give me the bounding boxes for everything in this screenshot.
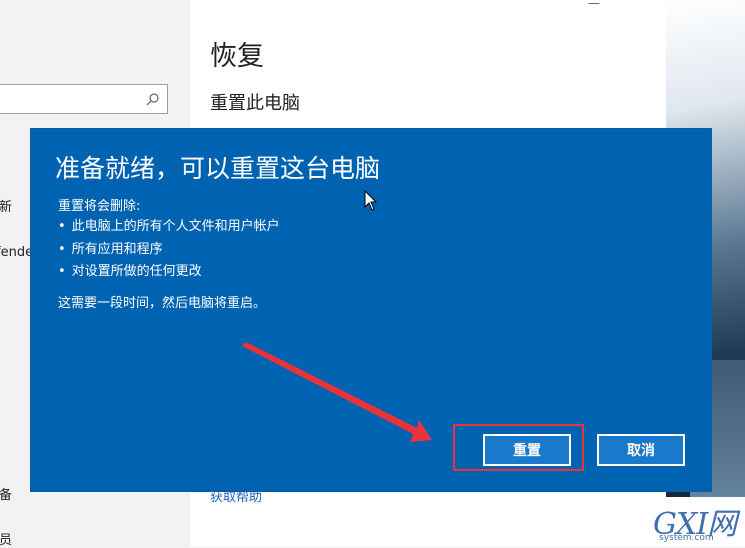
- site-watermark: GXI网 system.com: [647, 497, 745, 547]
- annotation-highlight-box: [453, 424, 584, 471]
- section-heading: 重置此电脑: [210, 93, 300, 114]
- list-item: 对设置所做的任何更改: [58, 261, 280, 284]
- mouse-cursor-icon: [364, 190, 378, 211]
- sidebar-item-fragment[interactable]: 员: [0, 529, 12, 548]
- cancel-button[interactable]: 取消: [597, 434, 685, 466]
- reset-confirm-dialog: 准备就绪，可以重置这台电脑 重置将会删除: 此电脑上的所有个人文件和用户帐户 所…: [31, 129, 711, 491]
- list-item: 此电脑上的所有个人文件和用户帐户: [58, 216, 280, 239]
- settings-search-input[interactable]: [0, 84, 168, 114]
- watermark-url: system.com: [659, 533, 714, 543]
- sidebar-item-fragment[interactable]: 新: [0, 196, 12, 215]
- window-controls[interactable]: —: [588, 0, 600, 10]
- dialog-delete-list: 此电脑上的所有个人文件和用户帐户 所有应用和程序 对设置所做的任何更改: [58, 216, 280, 284]
- sidebar-item-fragment[interactable]: fende: [0, 245, 33, 260]
- list-item: 所有应用和程序: [58, 239, 280, 262]
- dialog-title: 准备就绪，可以重置这台电脑: [55, 154, 381, 183]
- dialog-delete-label: 重置将会删除:: [58, 199, 141, 214]
- search-icon: [146, 93, 159, 106]
- sidebar-item-fragment[interactable]: 备: [0, 484, 12, 503]
- dialog-note: 这需要一段时间，然后电脑将重启。: [58, 296, 267, 311]
- page-title: 恢复: [210, 41, 264, 72]
